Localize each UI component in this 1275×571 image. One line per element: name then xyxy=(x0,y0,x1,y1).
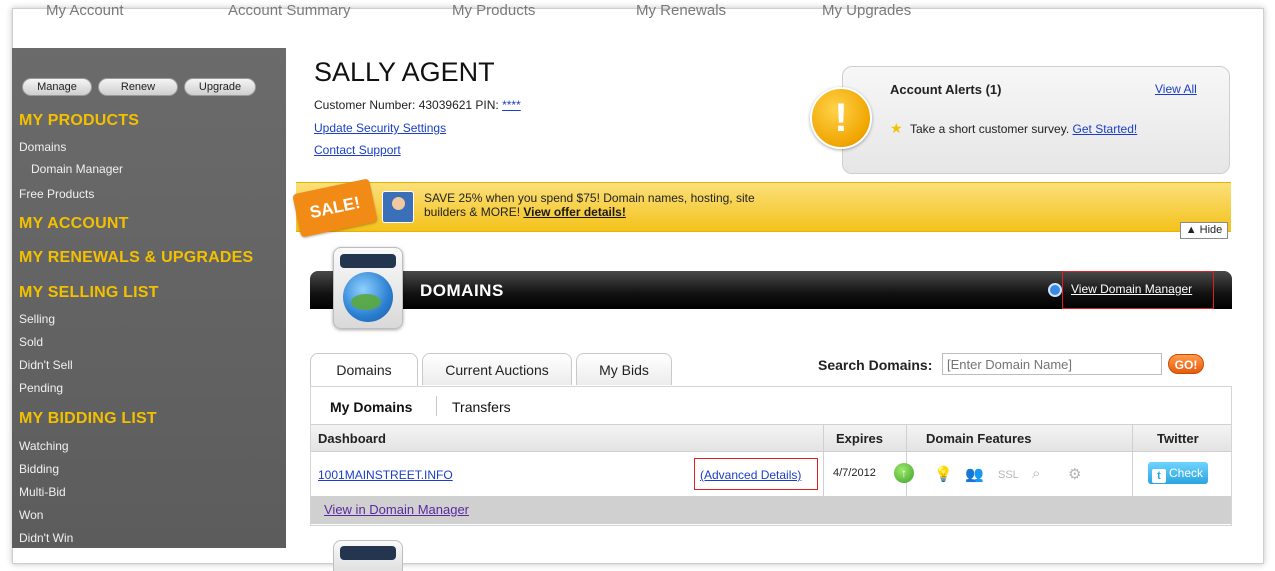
magnifier-icon xyxy=(1048,283,1062,297)
manage-button[interactable]: Manage xyxy=(22,78,92,96)
customer-number-label: Customer Number: 43039621 PIN: xyxy=(314,98,503,112)
top-nav: My Account Account Summary My Products M… xyxy=(0,0,1275,32)
ssl-icon[interactable]: SSL xyxy=(998,469,1019,481)
search-domains-label: Search Domains: xyxy=(818,357,933,373)
domain-name-link[interactable]: 1001MAINSTREET.INFO xyxy=(318,468,453,482)
view-offer-link[interactable]: View offer details! xyxy=(523,205,625,219)
renew-button[interactable]: Renew xyxy=(98,78,178,96)
globe-server-icon xyxy=(340,254,396,268)
subtab-my-domains[interactable]: My Domains xyxy=(330,399,412,415)
next-section-server-icon xyxy=(340,546,396,560)
sidebar-section-account[interactable]: MY ACCOUNT xyxy=(19,215,129,233)
renew-arrow-icon[interactable]: ↑ xyxy=(894,463,914,483)
highlight-box-advanced-details xyxy=(694,458,818,490)
sidebar: Manage Renew Upgrade MY PRODUCTS Domains… xyxy=(12,48,286,548)
sidebar-item-domain-manager[interactable]: Domain Manager xyxy=(31,162,123,176)
col-domain-features: Domain Features xyxy=(926,431,1032,446)
alert-exclamation-icon: ! xyxy=(810,87,872,149)
get-started-link[interactable]: Get Started! xyxy=(1073,122,1138,136)
search-go-button[interactable]: GO! xyxy=(1168,354,1204,374)
star-icon: ★ xyxy=(890,120,903,136)
expires-date: 4/7/2012 xyxy=(833,467,876,479)
alerts-title: Account Alerts (1) xyxy=(890,82,1002,97)
sale-text: SAVE 25% when you spend $75! Domain name… xyxy=(424,191,784,219)
subtab-transfers[interactable]: Transfers xyxy=(452,399,511,415)
sidebar-item-didnt-win[interactable]: Didn't Win xyxy=(19,531,73,545)
sidebar-item-pending[interactable]: Pending xyxy=(19,381,63,395)
twitter-icon: t xyxy=(1152,469,1166,483)
tab-domains[interactable]: Domains xyxy=(310,353,418,387)
tab-current-auctions[interactable]: Current Auctions xyxy=(422,353,572,385)
alerts-view-all-link[interactable]: View All xyxy=(1155,82,1197,96)
sidebar-item-multi-bid[interactable]: Multi-Bid xyxy=(19,485,66,499)
domains-title: DOMAINS xyxy=(420,281,504,300)
twitter-check-button[interactable]: t Check xyxy=(1148,462,1208,484)
column-divider xyxy=(823,424,824,496)
customer-number: Customer Number: 43039621 PIN: **** xyxy=(314,98,521,112)
contact-support-link[interactable]: Contact Support xyxy=(314,143,401,157)
sidebar-item-selling[interactable]: Selling xyxy=(19,312,55,326)
sidebar-item-sold[interactable]: Sold xyxy=(19,335,43,349)
alert-message: Take a short customer survey. Get Starte… xyxy=(910,122,1137,136)
column-divider xyxy=(906,424,907,496)
col-twitter: Twitter xyxy=(1157,431,1199,446)
globe-icon xyxy=(343,272,393,322)
sidebar-item-free-products[interactable]: Free Products xyxy=(19,187,94,201)
sidebar-item-didnt-sell[interactable]: Didn't Sell xyxy=(19,358,73,372)
search-engine-icon[interactable]: ⌕ xyxy=(1032,465,1040,482)
lightbulb-icon[interactable]: 💡 xyxy=(934,465,953,483)
sidebar-item-watching[interactable]: Watching xyxy=(19,439,69,453)
tab-my-bids[interactable]: My Bids xyxy=(576,353,672,385)
sidebar-section-selling[interactable]: MY SELLING LIST xyxy=(19,284,159,302)
alert-message-text: Take a short customer survey. xyxy=(910,122,1073,136)
nav-my-upgrades[interactable]: My Upgrades xyxy=(822,2,911,19)
highlight-box-view-manager xyxy=(1062,271,1214,309)
sidebar-item-won[interactable]: Won xyxy=(19,508,43,522)
col-dashboard: Dashboard xyxy=(318,431,386,446)
subtab-divider xyxy=(436,396,437,416)
sidebar-section-renewals[interactable]: MY RENEWALS & UPGRADES xyxy=(19,249,253,267)
nav-account-summary[interactable]: Account Summary xyxy=(228,2,351,19)
sidebar-item-bidding[interactable]: Bidding xyxy=(19,462,59,476)
update-security-link[interactable]: Update Security Settings xyxy=(314,121,446,135)
twitter-check-label: Check xyxy=(1169,466,1204,480)
sidebar-section-bidding[interactable]: MY BIDDING LIST xyxy=(19,410,157,428)
sale-person-icon xyxy=(382,191,414,223)
nav-my-renewals[interactable]: My Renewals xyxy=(636,2,726,19)
sidebar-button-row: Manage Renew Upgrade xyxy=(22,78,256,96)
nav-my-account[interactable]: My Account xyxy=(46,2,124,19)
search-domains-input[interactable] xyxy=(942,353,1162,375)
table-header xyxy=(311,424,1231,452)
column-divider xyxy=(1132,424,1133,496)
nav-my-products[interactable]: My Products xyxy=(452,2,535,19)
view-in-domain-manager-link[interactable]: View in Domain Manager xyxy=(324,502,469,517)
people-icon[interactable]: 👥 xyxy=(965,465,984,483)
pin-link[interactable]: **** xyxy=(502,98,521,112)
customer-name: SALLY AGENT xyxy=(314,57,495,87)
gear-icon[interactable]: ⚙ xyxy=(1068,465,1081,483)
upgrade-button[interactable]: Upgrade xyxy=(184,78,256,96)
hide-banner-button[interactable]: ▲ Hide xyxy=(1180,222,1228,239)
sidebar-section-products[interactable]: MY PRODUCTS xyxy=(19,112,139,130)
sidebar-item-domains[interactable]: Domains xyxy=(19,140,66,154)
col-expires: Expires xyxy=(836,431,883,446)
